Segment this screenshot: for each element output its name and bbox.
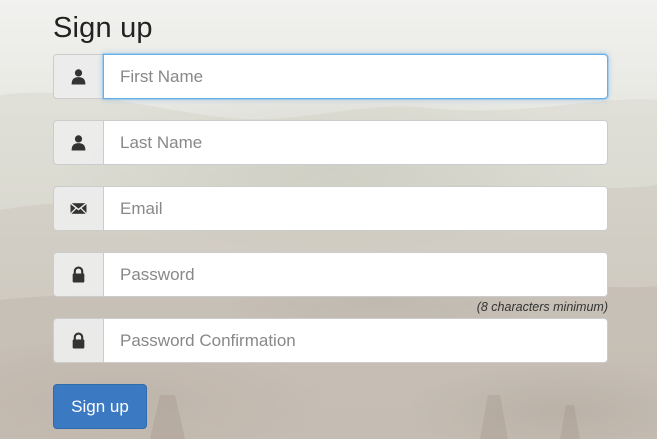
signup-form: Sign up First Name Last Name Email (8 ch… — [53, 8, 608, 429]
signup-page: Sign up First Name Last Name Email (8 ch… — [0, 0, 657, 439]
lock-icon — [53, 252, 103, 297]
lock-icon — [53, 318, 103, 363]
last-name-group — [53, 120, 608, 165]
last-name-input[interactable] — [103, 120, 608, 165]
password-confirmation-group — [53, 318, 608, 363]
password-help-text: (8 characters minimum) — [476, 300, 608, 314]
password-input[interactable] — [103, 252, 608, 297]
user-icon — [53, 54, 103, 99]
page-title: Sign up — [53, 12, 153, 44]
password-confirmation-input[interactable] — [103, 318, 608, 363]
email-group — [53, 186, 608, 231]
user-icon — [53, 120, 103, 165]
email-input[interactable] — [103, 186, 608, 231]
first-name-input[interactable] — [103, 54, 608, 99]
password-group — [53, 252, 608, 297]
sign-up-button[interactable]: Sign up — [53, 384, 147, 429]
envelope-icon — [53, 186, 103, 231]
first-name-group — [53, 54, 608, 99]
